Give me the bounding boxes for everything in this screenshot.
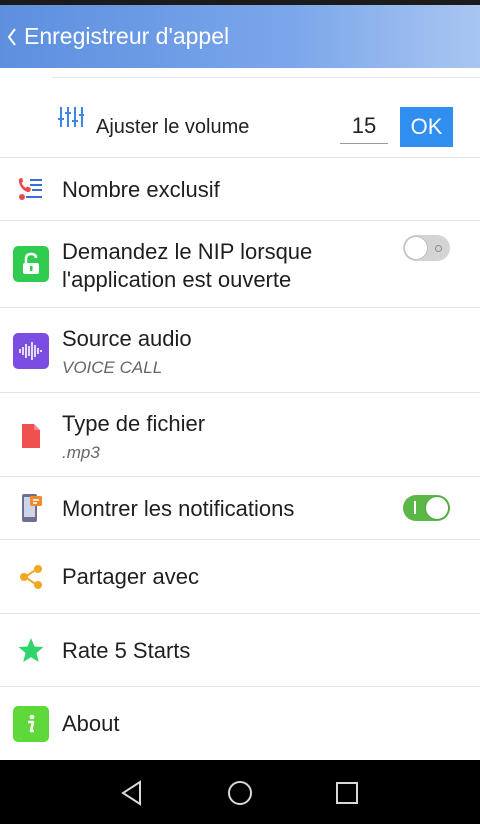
setting-pin[interactable]: Demandez le NIP lorsque l'application es… <box>0 220 480 307</box>
notifications-toggle[interactable] <box>403 495 450 521</box>
pin-toggle[interactable] <box>403 235 450 261</box>
setting-title: Type de fichier <box>62 411 206 436</box>
setting-subtitle: VOICE CALL <box>62 358 163 377</box>
toggle-knob <box>404 236 428 260</box>
setting-exclusive-number[interactable]: Nombre exclusif <box>0 157 480 220</box>
volume-row: Ajuster le volume OK <box>0 78 480 157</box>
setting-about[interactable]: About <box>0 686 480 760</box>
audio-wave-icon <box>13 333 49 369</box>
back-button[interactable]: Enregistreur d'appel <box>6 23 229 50</box>
setting-notifications[interactable]: Montrer les notifications <box>0 476 480 539</box>
file-icon <box>13 418 49 454</box>
app-bar: Enregistreur d'appel <box>0 5 480 68</box>
settings-list: Ajuster le volume OK Nombre exclusif <box>0 68 480 760</box>
setting-rate[interactable]: Rate 5 Starts <box>0 613 480 686</box>
setting-file-type[interactable]: Type de fichier .mp3 <box>0 392 480 476</box>
app-title: Enregistreur d'appel <box>24 23 230 49</box>
volume-input[interactable] <box>340 108 388 144</box>
nav-recents-icon[interactable] <box>332 778 362 808</box>
toggle-knob <box>425 496 449 520</box>
phone-notification-icon <box>13 490 49 526</box>
volume-label: Ajuster le volume <box>96 116 250 138</box>
toggle-on-mark <box>414 501 416 514</box>
contact-list-icon <box>13 171 49 207</box>
setting-title-line2: l'application est ouverte <box>62 267 292 292</box>
equalizer-icon <box>58 107 84 127</box>
ok-button[interactable]: OK <box>400 107 453 147</box>
setting-title-line1: Demandez le NIP lorsque <box>62 239 313 264</box>
setting-share[interactable]: Partager avec <box>0 539 480 613</box>
setting-title: Rate 5 Starts <box>62 638 191 663</box>
nav-home-icon[interactable] <box>225 778 255 808</box>
share-icon <box>13 559 49 595</box>
setting-title: Nombre exclusif <box>62 177 220 202</box>
info-icon <box>13 706 49 742</box>
navigation-bar <box>0 760 480 824</box>
setting-title: Partager avec <box>62 564 199 589</box>
setting-title: Montrer les notifications <box>62 496 295 521</box>
setting-title: About <box>62 711 120 736</box>
lock-icon <box>13 246 49 282</box>
toggle-off-mark <box>435 245 442 252</box>
setting-subtitle: .mp3 <box>62 443 100 462</box>
setting-title: Source audio <box>62 326 192 351</box>
setting-audio-source[interactable]: Source audio VOICE CALL <box>0 307 480 392</box>
nav-back-icon[interactable] <box>118 778 148 808</box>
star-icon <box>13 632 49 668</box>
chevron-left-icon <box>7 27 16 46</box>
